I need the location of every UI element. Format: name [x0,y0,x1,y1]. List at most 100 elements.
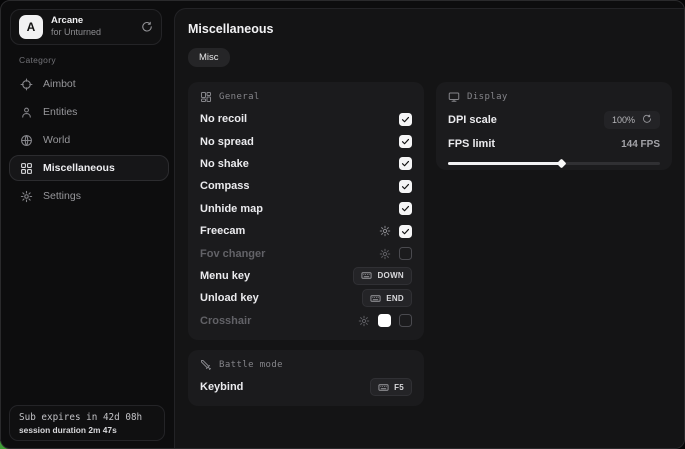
check-icon [401,137,410,146]
general-panel: General No recoilNo spread No shake Compas… [188,82,424,340]
app-meta: Arcane for Unturned [51,15,133,38]
general-panel-header: General [200,91,412,103]
keybind-value: DOWN [377,271,404,280]
app-subtitle: for Unturned [51,27,133,38]
reset-icon[interactable] [642,111,652,129]
setting-label: No shake [200,158,249,170]
slider-fill [448,162,562,165]
checkbox[interactable] [399,314,412,327]
setting-row-compass: Compass [200,175,412,197]
checkbox[interactable] [399,157,412,170]
tab-bar: Misc [188,48,230,67]
app-avatar: A [19,15,43,39]
setting-row-no-shake: No shake [200,153,412,175]
gear-icon [379,225,391,237]
keyboard-icon [378,382,389,393]
sidebar-item-aimbot[interactable]: Aimbot [9,71,169,97]
row-settings-gear-icon[interactable] [379,248,391,260]
setting-row-freecam: Freecam [200,220,412,242]
checkbox[interactable] [399,202,412,215]
tab-misc[interactable]: Misc [188,48,230,67]
row-controls: END [362,289,412,307]
row-controls [399,135,412,148]
row-controls [379,247,412,260]
main-content: Miscellaneous Misc General No recoilNo s… [174,8,684,448]
keybind-button[interactable]: END [362,289,412,307]
check-icon [401,115,410,124]
setting-label: Unhide map [200,203,263,215]
setting-label: Freecam [200,225,245,237]
checkbox[interactable] [399,180,412,193]
dpi-scale-value: 100% [612,115,635,125]
row-controls [399,180,412,193]
checkbox[interactable] [399,247,412,260]
setting-label: Unload key [200,292,259,304]
keybind-button[interactable]: DOWN [353,267,412,285]
row-controls [358,314,412,327]
sidebar-item-world[interactable]: World [9,127,169,153]
setting-row-no-spread: No spread [200,130,412,152]
setting-label: Crosshair [200,315,251,327]
app-title: Arcane [51,15,133,27]
sidebar-item-label: Aimbot [43,78,76,90]
sidebar-item-label: Entities [43,106,77,118]
checkbox[interactable] [399,113,412,126]
color-swatch[interactable] [378,314,391,327]
gear-icon [358,315,370,327]
dpi-scale-control[interactable]: 100% [604,111,660,129]
sub-expiry-text: Sub expires in 42d 08h [19,412,155,423]
fps-limit-label: FPS limit [448,138,495,150]
subscription-info: Sub expires in 42d 08h session duration … [9,405,165,441]
gear-icon [20,190,33,203]
setting-row-keybind: Keybind F5 [200,376,412,398]
checkbox[interactable] [399,225,412,238]
keybind-button[interactable]: F5 [370,378,412,396]
dpi-scale-row: DPI scale 100% [448,108,660,132]
setting-label: Keybind [200,381,243,393]
general-panel-title: General [219,92,260,102]
battle-mode-panel: Battle mode KeybindF5 [188,350,424,406]
row-controls [399,202,412,215]
sidebar-item-settings[interactable]: Settings [9,183,169,209]
sidebar-item-label: Settings [43,190,81,202]
category-label: Category [19,55,56,65]
row-controls: DOWN [353,267,412,285]
dpi-scale-label: DPI scale [448,114,497,126]
display-panel-header: Display [448,91,660,103]
grid-icon [20,162,33,175]
globe-icon [20,134,33,147]
row-settings-gear-icon[interactable] [379,225,391,237]
row-settings-gear-icon[interactable] [358,315,370,327]
fps-limit-row: FPS limit 144 FPS [448,132,660,156]
fps-limit-slider[interactable] [448,159,660,167]
reload-icon[interactable] [141,21,153,33]
slider-handle[interactable] [557,158,567,168]
setting-row-menu-key: Menu key DOWN [200,265,412,287]
tab-label: Misc [199,52,219,63]
setting-label: Menu key [200,270,250,282]
monitor-icon [448,91,460,103]
session-duration-text: session duration 2m 47s [19,425,155,435]
sword-icon [200,359,212,371]
fps-limit-value: 144 FPS [621,139,660,150]
monitor-icon [448,91,460,103]
keybind-value: F5 [394,383,404,392]
sidebar-nav: Aimbot Entities WorldMiscellaneous Settings [9,71,169,211]
setting-row-unhide-map: Unhide map [200,198,412,220]
sidebar-item-miscellaneous[interactable]: Miscellaneous [9,155,169,181]
layout-icon [200,91,212,103]
keyboard-icon [370,293,381,304]
layout-icon [200,91,212,103]
checkbox[interactable] [399,135,412,148]
sidebar-item-entities[interactable]: Entities [9,99,169,125]
app-window: A Arcane for Unturned Category Aimbot Ent… [0,0,685,449]
keyboard-icon [361,270,372,281]
entities-icon [20,106,33,119]
setting-label: Fov changer [200,248,265,260]
setting-row-unload-key: Unload key END [200,287,412,309]
check-icon [401,182,410,191]
setting-label: Compass [200,180,250,192]
app-header: A Arcane for Unturned [10,9,162,45]
display-panel: Display DPI scale 100% FPS limit 144 FPS [436,82,672,170]
setting-row-no-recoil: No recoil [200,108,412,130]
